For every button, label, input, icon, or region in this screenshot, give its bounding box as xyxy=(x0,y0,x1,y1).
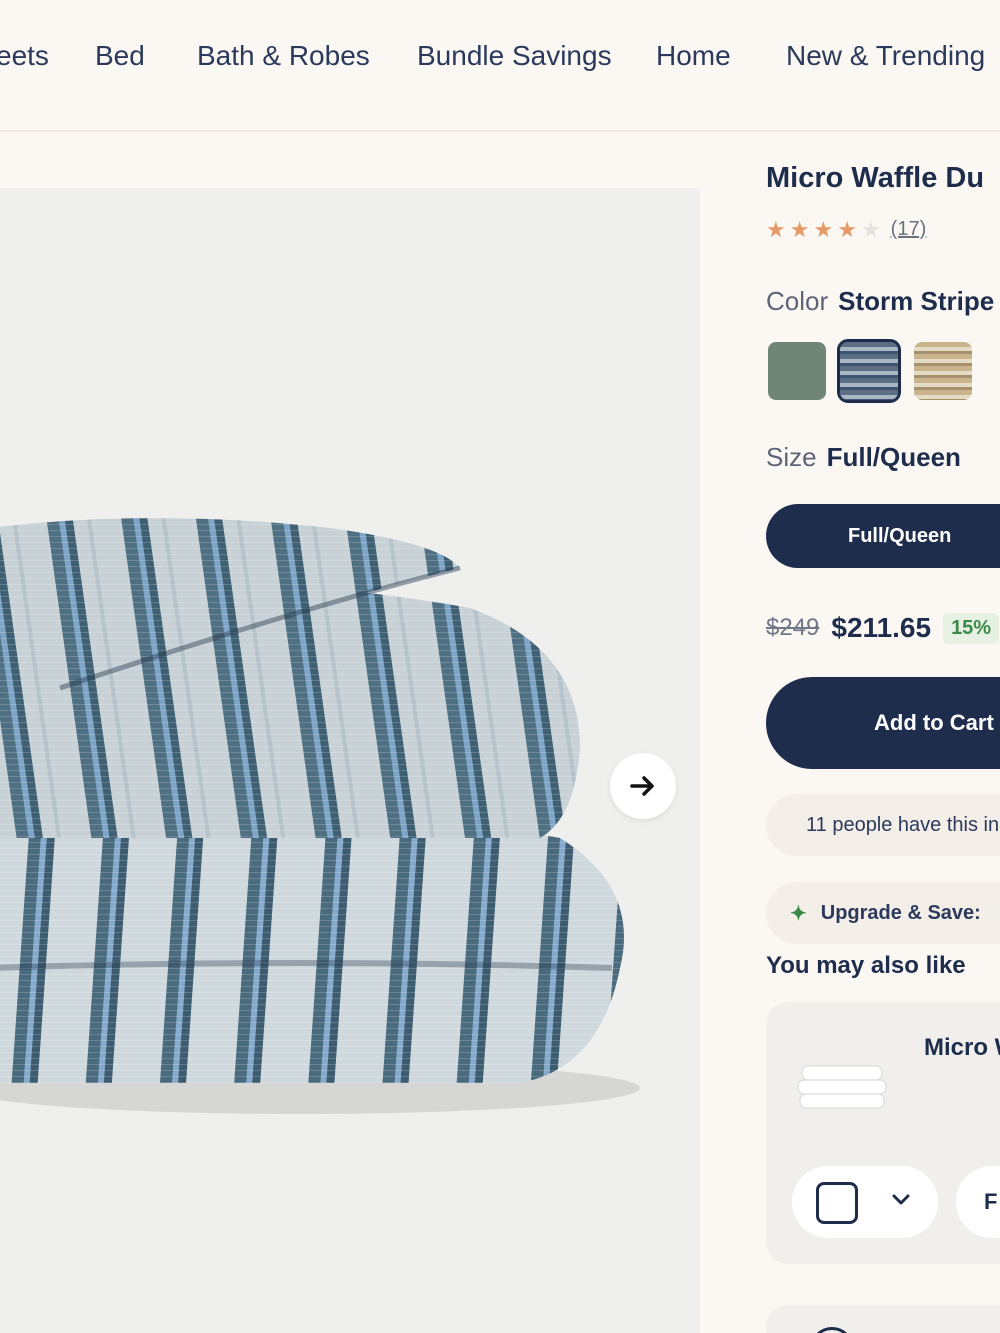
add-to-cart-button[interactable]: Add to Cart xyxy=(766,677,1000,769)
upgrade-save-banner[interactable]: ✦ Upgrade & Save: xyxy=(766,882,1000,944)
discount-badge: 15% xyxy=(943,612,1000,644)
color-label: Color xyxy=(766,286,829,316)
size-label-row: Size Full/Queen xyxy=(766,442,961,473)
recommendation-select[interactable] xyxy=(792,1166,938,1238)
nav-item-bath-robes[interactable]: Bath & Robes xyxy=(197,40,370,72)
upgrade-label: Upgrade & Save: xyxy=(820,901,981,924)
star-empty-icon: ★ xyxy=(860,216,881,242)
original-price: $249 xyxy=(766,614,820,641)
sparkle-icon: ✦ xyxy=(790,902,807,925)
review-count[interactable]: (17) xyxy=(891,218,927,241)
nav-item-bundle-savings[interactable]: Bundle Savings xyxy=(417,40,612,72)
chevron-down-icon xyxy=(892,1194,910,1205)
recommendation-checkbox[interactable] xyxy=(816,1182,858,1224)
product-title: Micro Waffle Du xyxy=(766,162,985,194)
nav-item-new-trending[interactable]: New & Trending xyxy=(786,40,985,72)
swatch-sage[interactable] xyxy=(768,342,826,400)
star-icon: ★ xyxy=(837,216,857,242)
star-icon: ★ xyxy=(789,216,810,242)
swatch-storm-stripe[interactable] xyxy=(837,339,901,403)
top-navigation: eets Bed Bath & Robes Bundle Savings Hom… xyxy=(0,0,1000,132)
folded-duvet-image xyxy=(0,518,640,1114)
star-icon: ★ xyxy=(813,216,834,242)
recommendation-name[interactable]: Micro W xyxy=(924,1034,1000,1062)
star-icon: ★ xyxy=(766,216,786,242)
sale-price: $211.65 xyxy=(831,612,932,643)
next-image-button[interactable] xyxy=(610,753,676,819)
radio-icon xyxy=(810,1327,854,1333)
product-thumbnail xyxy=(797,1065,887,1109)
size-option-button[interactable]: Full/Queen xyxy=(766,504,1000,568)
recommendation-card[interactable] xyxy=(766,1305,1000,1333)
star-rating[interactable]: ★ ★ ★ ★ ★ (17) xyxy=(766,218,926,241)
recommendation-card[interactable]: Micro W F xyxy=(766,1002,1000,1264)
size-label: Size xyxy=(766,442,817,472)
color-label-row: Color Storm Stripe xyxy=(766,286,994,317)
nav-item-sheets[interactable]: eets xyxy=(0,40,49,72)
color-value: Storm Stripe xyxy=(838,286,995,316)
nav-item-home[interactable]: Home xyxy=(656,40,731,72)
product-details-panel: Micro Waffle Du ★ ★ ★ ★ ★ (17) Color Stor… xyxy=(766,140,1000,1333)
product-image-gallery xyxy=(0,188,700,1333)
size-value: Full/Queen xyxy=(826,442,961,472)
social-proof-banner: 11 people have this in xyxy=(766,794,1000,856)
arrow-right-icon xyxy=(630,776,654,796)
swatch-sand-stripe[interactable] xyxy=(914,342,972,400)
price-row: $249 $211.65 15% xyxy=(766,612,1000,644)
recommendations-heading: You may also like xyxy=(766,952,966,979)
recommendation-size-select[interactable]: F xyxy=(956,1166,1000,1238)
nav-item-bed[interactable]: Bed xyxy=(95,40,145,72)
